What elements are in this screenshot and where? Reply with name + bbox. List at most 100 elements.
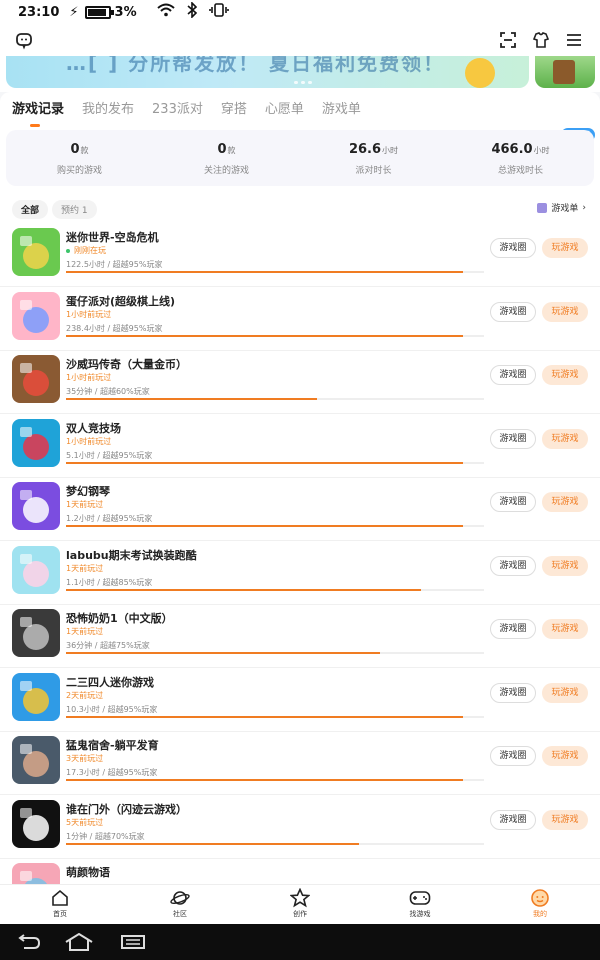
nav-item-4[interactable]: 我的 xyxy=(480,885,600,924)
game-name: 谁在门外（闪迹云游戏） xyxy=(66,802,187,816)
home-icon xyxy=(0,888,120,908)
game-list-label: 游戏单 xyxy=(551,204,579,214)
game-icon[interactable] xyxy=(12,736,60,784)
play-game-button[interactable]: 玩游戏 xyxy=(542,492,588,512)
game-icon[interactable] xyxy=(12,545,60,594)
promo-banner-next[interactable] xyxy=(535,56,595,88)
play-game-button[interactable]: 玩游戏 xyxy=(542,809,588,830)
message-icon[interactable] xyxy=(12,28,36,52)
promo-banner[interactable]: …[ ] 分所帮发放！ 夏日福利免费领！ xyxy=(6,56,529,88)
battery-percent: 3% xyxy=(114,4,137,20)
game-last-played: 1天前玩过 xyxy=(66,563,104,573)
game-icon[interactable] xyxy=(12,863,60,884)
game-name: 二三四人迷你游戏 xyxy=(66,675,154,689)
scan-icon[interactable] xyxy=(496,28,520,52)
playtime-bar xyxy=(66,398,484,400)
tab-5[interactable]: 游戏单 xyxy=(322,100,361,124)
game-last-played: 刚刚在玩 xyxy=(66,245,106,256)
filter-all[interactable]: 全部 xyxy=(12,200,49,219)
game-row[interactable]: 猛鬼宿舍-躺平发育 3天前玩过 17.3小时 / 超越95%玩家 游戏圈 玩游戏 xyxy=(0,732,600,795)
stats-card: 0款 购买的游戏 0款 关注的游戏 26.6小时 派对时长 466.0小时 总游戏时长 xyxy=(6,130,594,186)
battery-icon xyxy=(84,5,114,19)
home-system-icon[interactable] xyxy=(64,932,94,952)
game-circle-button[interactable]: 游戏圈 xyxy=(490,555,536,576)
game-row[interactable]: 双人竞技场 1小时前玩过 5.1小时 / 超越95%玩家 游戏圈 玩游戏 xyxy=(0,415,600,478)
game-playtime: 17.3小时 / 超越95%玩家 xyxy=(66,768,158,777)
game-name: labubu期末考试换装跑酷 xyxy=(66,548,197,562)
game-circle-button[interactable]: 游戏圈 xyxy=(490,238,536,258)
playtime-bar xyxy=(66,715,484,718)
wifi-icon xyxy=(156,3,175,21)
play-game-button[interactable]: 玩游戏 xyxy=(542,301,588,322)
tab-0[interactable]: 游戏记录 xyxy=(12,100,64,127)
game-row[interactable]: 迷你世界-空岛危机 刚刚在玩 122.5小时 / 超越95%玩家 游戏圈 玩游戏 xyxy=(0,224,600,287)
game-circle-button[interactable]: 游戏圈 xyxy=(490,619,536,639)
game-icon[interactable] xyxy=(12,609,60,657)
plant-icon xyxy=(553,60,575,84)
game-row[interactable]: labubu期末考试换装跑酷 1天前玩过 1.1小时 / 超越85%玩家 游戏圈 玩游戏 xyxy=(0,542,600,605)
play-game-button[interactable]: 玩游戏 xyxy=(542,365,588,385)
game-list-link[interactable]: 游戏单 › xyxy=(537,201,586,214)
play-game-button[interactable]: 玩游戏 xyxy=(542,682,588,703)
tab-bar: 游戏记录 我的发布 233派对 穿搭 心愿单 游戏单 xyxy=(12,100,379,127)
nav-label: 社区 xyxy=(173,910,187,918)
tab-4[interactable]: 心愿单 xyxy=(265,100,304,124)
game-row[interactable]: 恐怖奶奶1（中文版） 1天前玩过 36分钟 / 超越75%玩家 游戏圈 玩游戏 xyxy=(0,605,600,668)
game-circle-button[interactable]: 游戏圈 xyxy=(490,301,536,322)
menu-icon[interactable] xyxy=(562,28,586,52)
playtime-bar-fill xyxy=(66,652,380,654)
play-game-button[interactable]: 玩游戏 xyxy=(542,428,588,449)
playtime-bar-fill xyxy=(66,398,317,400)
tab-3[interactable]: 穿搭 xyxy=(221,100,247,124)
stat-label: 关注的游戏 xyxy=(203,166,249,176)
nav-item-1[interactable]: 社区 xyxy=(120,885,240,924)
play-game-button[interactable]: 玩游戏 xyxy=(542,238,588,258)
recents-icon[interactable] xyxy=(118,932,148,952)
stat-value: 0款 xyxy=(153,142,300,157)
game-row[interactable]: 谁在门外（闪迹云游戏） 5天前玩过 1分钟 / 超越70%玩家 游戏圈 玩游戏 xyxy=(0,796,600,859)
game-circle-button[interactable]: 游戏圈 xyxy=(490,492,536,512)
stat-unit: 小时 xyxy=(533,146,550,155)
game-icon[interactable] xyxy=(12,799,60,848)
nav-item-0[interactable]: 首页 xyxy=(0,885,120,924)
playtime-bar-fill xyxy=(66,334,464,337)
game-row[interactable]: 梦幻钢琴 1天前玩过 1.2小时 / 超越95%玩家 游戏圈 玩游戏 xyxy=(0,478,600,541)
game-last-played: 1天前玩过 xyxy=(66,627,104,636)
game-circle-button[interactable]: 游戏圈 xyxy=(490,682,536,703)
game-icon[interactable] xyxy=(12,228,60,276)
game-circle-button[interactable]: 游戏圈 xyxy=(490,428,536,449)
play-game-button[interactable]: 玩游戏 xyxy=(542,746,588,766)
top-toolbar xyxy=(0,24,600,56)
tab-2[interactable]: 233派对 xyxy=(152,100,203,124)
game-row[interactable]: 二三四人迷你游戏 2天前玩过 10.3小时 / 超越95%玩家 游戏圈 玩游戏 xyxy=(0,669,600,732)
game-icon[interactable] xyxy=(12,672,60,721)
online-dot-icon xyxy=(66,248,70,253)
filter-booked[interactable]: 预约 1 xyxy=(52,200,97,219)
nav-item-2[interactable]: 创作 xyxy=(240,885,360,924)
game-row[interactable]: 萌颜物语 xyxy=(0,859,600,884)
dress-up-icon[interactable] xyxy=(529,28,553,52)
game-last-played: 5天前玩过 xyxy=(66,817,104,827)
game-circle-button[interactable]: 游戏圈 xyxy=(490,746,536,766)
game-row[interactable]: 蛋仔派对(超级棋上线) 1小时前玩过 238.4小时 / 超越95%玩家 游戏圈 玩游戏 xyxy=(0,288,600,351)
game-icon[interactable] xyxy=(12,291,60,340)
nav-item-3[interactable]: 找游戏 xyxy=(360,885,480,924)
game-name: 猛鬼宿舍-躺平发育 xyxy=(66,739,159,752)
stat-item: 466.0小时 总游戏时长 xyxy=(447,130,594,186)
game-circle-button[interactable]: 游戏圈 xyxy=(490,809,536,830)
stat-label: 派对时长 xyxy=(355,166,392,176)
game-last-played: 2天前玩过 xyxy=(66,690,104,700)
play-game-button[interactable]: 玩游戏 xyxy=(542,555,588,576)
game-icon[interactable] xyxy=(12,482,60,530)
play-game-button[interactable]: 玩游戏 xyxy=(542,619,588,639)
game-row[interactable]: 沙威玛传奇（大量金币） 1小时前玩过 35分钟 / 超越60%玩家 游戏圈 玩游戏 xyxy=(0,351,600,414)
game-playtime: 1分钟 / 超越70%玩家 xyxy=(66,831,145,841)
game-playtime: 1.2小时 / 超越95%玩家 xyxy=(66,514,153,523)
game-icon[interactable] xyxy=(12,418,60,467)
game-circle-button[interactable]: 游戏圈 xyxy=(490,365,536,385)
playtime-bar-fill xyxy=(66,525,464,527)
tab-1[interactable]: 我的发布 xyxy=(82,100,134,124)
game-name: 沙威玛传奇（大量金币） xyxy=(66,358,187,371)
game-icon[interactable] xyxy=(12,355,60,403)
back-icon[interactable] xyxy=(14,932,44,952)
